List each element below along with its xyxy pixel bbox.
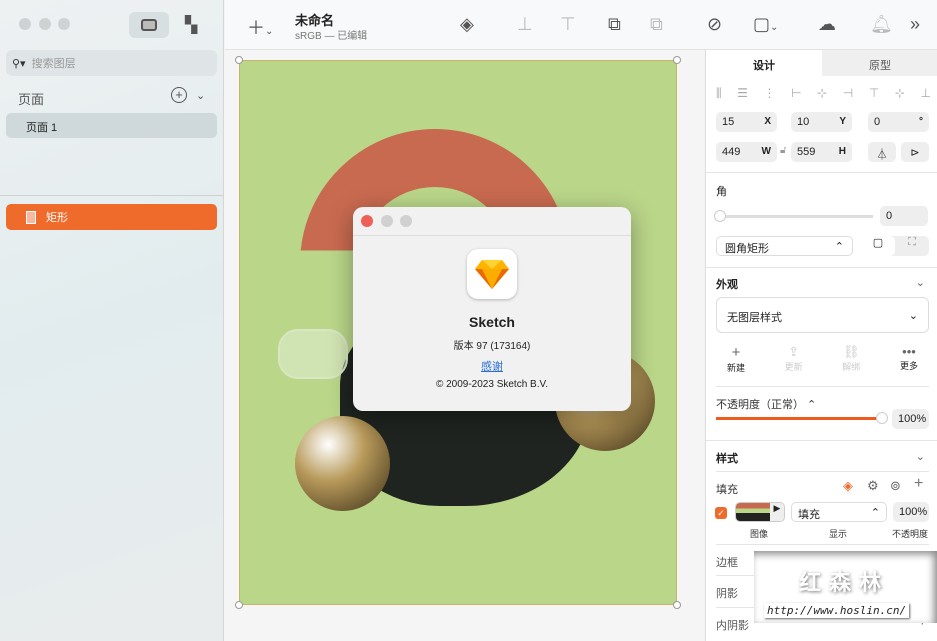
grid-icon: ▚ [184,17,198,34]
inner-shadow-label: 内阴影 [716,620,749,632]
gold-sphere-shape [295,416,390,511]
rectangle-icon [26,210,36,224]
corner-slider[interactable] [714,210,873,222]
canvas-view-button[interactable] [129,12,169,38]
gear-icon[interactable]: ⚙ [867,478,879,494]
dialog-zoom-button[interactable] [400,215,412,227]
symbol-icon[interactable]: ◈ [460,14,474,35]
fill-type-select[interactable]: 填充 ⌃ [791,502,887,522]
watermark-url: http://www.hoslin.cn/ [764,603,910,618]
resize-handle[interactable] [235,601,243,609]
flip-horizontal-button[interactable]: ⏃ [868,142,896,162]
align-icon[interactable]: ⊥ [517,14,533,35]
y-field[interactable]: 10 Y [791,112,852,132]
width-field[interactable]: 449 W [716,142,777,162]
slider-knob[interactable] [714,210,726,222]
new-style-button[interactable]: + 新建 [716,344,756,374]
resize-icon[interactable]: ▢⌄ [753,14,778,35]
more-toolbar-icon[interactable]: » [910,14,920,35]
fill-label: 填充 [716,484,738,496]
tab-prototype[interactable]: 原型 [822,50,937,76]
height-field[interactable]: 559 H [791,142,852,162]
corner-mode-toggle[interactable]: ▢ ⛶ [861,236,929,256]
divider [0,195,224,196]
chevron-down-icon[interactable]: ⌄ [916,276,925,289]
thanks-link[interactable]: 感谢 [353,358,631,374]
opacity-field[interactable]: 100% [892,409,929,429]
chevron-down-icon[interactable]: ⌄ [916,450,925,463]
flip-vertical-button[interactable]: ⊳ [901,142,929,162]
canvas-view-icon [141,19,157,31]
layers-icon[interactable]: ◈ [843,478,853,494]
ungroup-icon[interactable]: ⧉ [650,14,663,35]
add-page-icon[interactable]: + [171,87,187,103]
resize-handle[interactable] [673,56,681,64]
layer-label: 矩形 [46,212,68,224]
dialog-close-button[interactable] [361,215,373,227]
fill-checkbox[interactable]: ✓ [715,507,727,519]
fill-caption-image: 图像 [750,529,769,539]
bell-icon[interactable]: 🔔︎ [870,14,893,35]
more-style-button[interactable]: ••• 更多 [889,344,929,374]
x-field[interactable]: 15 X [716,112,777,132]
search-icon: ⚲▾ [12,57,26,70]
lock-icon[interactable]: 🔓︎ [780,145,786,156]
fill-opacity-field[interactable]: 100% [893,502,929,522]
pages-header: 页面 [18,92,45,107]
tab-design[interactable]: 设计 [706,50,822,76]
border-label: 边框 [716,557,738,569]
doc-subtitle: sRGB — 已编辑 [295,31,368,42]
app-name: Sketch [469,314,515,330]
grid-view-button[interactable]: ▚ [171,12,211,38]
distribute-icon[interactable]: ⊤ [560,14,576,35]
detach-style-button[interactable]: ⛓ 解绑 [831,344,871,374]
fill-image-swatch[interactable]: ▶ [735,502,785,522]
sidebar: ▚ ⚲▾ 搜索图层 页面 + ⌄ 页面 1 矩形 [0,0,224,641]
corner-style-select[interactable]: 圆角矩形 ⌃ [716,236,853,256]
update-style-button[interactable]: ⇪ 更新 [774,344,814,374]
copyright-text: © 2009-2023 Sketch B.V. [435,379,549,390]
fill-caption-display: 显示 [829,529,848,539]
opacity-label[interactable]: 不透明度（正常） ⌃ [716,396,816,412]
chevron-down-icon[interactable]: ⌄ [196,89,205,102]
resize-handle[interactable] [235,56,243,64]
rotation-field[interactable]: 0 ° [868,112,929,132]
watermark: 红森林 http://www.hoslin.cn/ [754,551,937,623]
close-window-button[interactable] [19,18,31,30]
sketch-logo-icon [467,249,517,299]
search-placeholder: 搜索图层 [31,58,76,70]
opacity-slider[interactable] [716,412,888,424]
appearance-header: 外观 [716,279,738,291]
fill-caption-opacity: 不透明度 [892,529,929,539]
corner-field[interactable]: 0 [880,206,928,226]
search-input[interactable]: ⚲▾ 搜索图层 [6,50,217,76]
dialog-minimize-button[interactable] [381,215,393,227]
blend-icon[interactable]: ⊚ [890,478,901,494]
mask-icon[interactable]: ⊘ [707,14,722,35]
minimize-window-button[interactable] [39,18,51,30]
page-item[interactable]: 页面 1 [6,113,217,138]
version-text: 版本 97 (173164) [453,341,531,352]
style-header: 样式 [716,453,738,465]
glass-cylinder-shape [278,329,348,379]
layer-item[interactable]: 矩形 [6,204,217,230]
zoom-window-button[interactable] [58,18,70,30]
toolbar: ＋⌄ 未命名 sRGB — 已编辑 ◈ ⊥ ⊤ ⧉ ⧉ ⊘ ▢⌄ ☁ 🔔︎ » [225,0,937,50]
group-icon[interactable]: ⧉ [608,14,621,35]
add-fill-icon[interactable]: + [914,475,923,493]
watermark-title: 红森林 [799,570,890,595]
about-dialog: Sketch 版本 97 (173164) 感谢 © 2009-2023 Ske… [353,207,631,411]
corner-header: 角 [716,186,727,198]
shadow-label: 阴影 [716,588,738,600]
layer-style-select[interactable]: 无图层样式 ⌄ [716,297,929,333]
cloud-icon[interactable]: ☁ [818,14,836,35]
insert-button[interactable]: ＋⌄ [247,14,273,40]
slider-knob[interactable] [876,412,888,424]
alignment-icons[interactable]: ⫼ ☰ ⋮ ⊢ ⊹ ⊣ ⊤ ⊹ ⊥ [716,86,931,101]
resize-handle[interactable] [673,601,681,609]
